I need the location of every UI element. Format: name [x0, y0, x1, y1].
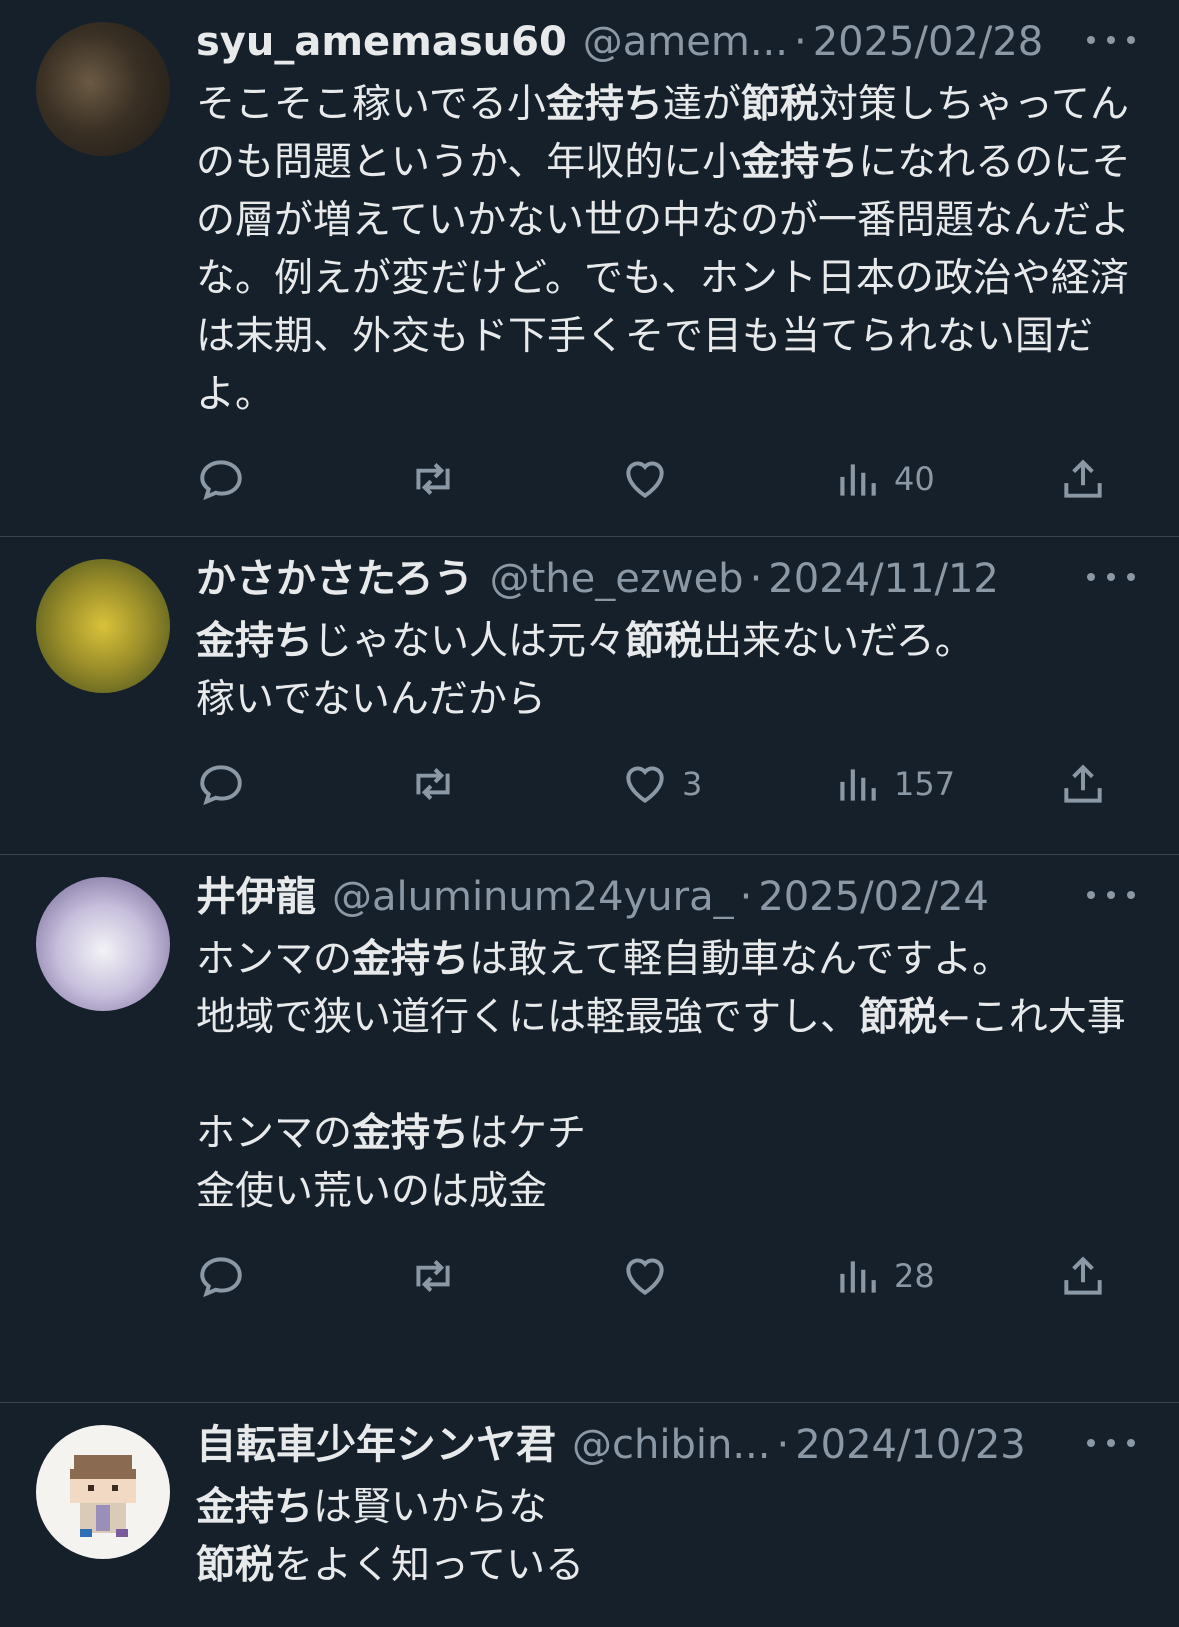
user-name[interactable]: syu_amemasu60	[196, 20, 567, 64]
tweet-date[interactable]: 2025/02/28	[813, 20, 1044, 64]
action-bar: 3 157	[196, 741, 1143, 839]
tweet-date[interactable]: 2024/10/23	[795, 1423, 1026, 1467]
avatar[interactable]	[36, 877, 170, 1011]
highlighted-keyword: 金持ち	[352, 1111, 470, 1156]
tweet-date[interactable]: 2025/02/24	[758, 875, 989, 919]
tweet-header: 井伊龍 @aluminum24yura_ · 2025/02/24	[196, 875, 1143, 919]
tweet-body: syu_amemasu60 @amem... · 2025/02/28 そこそこ…	[196, 20, 1143, 536]
avatar[interactable]	[36, 1425, 170, 1559]
pixel-character-avatar-icon	[70, 1455, 136, 1537]
separator: ·	[776, 1422, 790, 1468]
separator: ·	[739, 874, 753, 920]
like-button[interactable]: 3	[620, 759, 702, 809]
tweet-date[interactable]: 2024/11/12	[768, 557, 999, 601]
reply-button[interactable]	[196, 1251, 258, 1301]
tweet[interactable]: かさかさたろう @the_ezweb · 2024/11/12 金持ちじゃない人…	[0, 537, 1179, 855]
user-name[interactable]: 井伊龍	[196, 875, 316, 919]
text-segment: じゃない人は元々	[313, 619, 626, 664]
highlighted-keyword: 節税	[196, 1543, 275, 1588]
retweet-button[interactable]	[408, 454, 470, 504]
separator: ·	[793, 19, 807, 65]
like-button[interactable]	[620, 1251, 682, 1301]
user-name[interactable]: かさかさたろう	[196, 557, 474, 601]
text-segment: をよく知っている	[274, 1543, 585, 1588]
views-button[interactable]: 157	[832, 759, 955, 809]
tweet[interactable]: 井伊龍 @aluminum24yura_ · 2025/02/24 ホンマの金持…	[0, 855, 1179, 1403]
tweet[interactable]: 自転車少年シンヤ君 @chibin... · 2024/10/23 金持ちは賢い…	[0, 1403, 1179, 1627]
heart-icon	[626, 461, 664, 499]
retweet-icon	[416, 1260, 450, 1292]
views-button[interactable]: 40	[832, 454, 935, 504]
retweet-icon	[416, 463, 450, 495]
views-icon	[840, 464, 876, 496]
tweet-text: 金持ちじゃない人は元々節税出来ないだろ。 稼いでないんだから	[196, 613, 1143, 729]
share-button[interactable]	[1058, 1251, 1108, 1301]
highlighted-keyword: 節税	[740, 82, 819, 127]
tweet-header: 自転車少年シンヤ君 @chibin... · 2024/10/23	[196, 1423, 1143, 1467]
like-button[interactable]	[620, 454, 682, 504]
view-count: 157	[894, 765, 956, 803]
more-icon[interactable]	[1087, 885, 1135, 905]
views-button[interactable]: 28	[832, 1251, 935, 1301]
view-count: 28	[894, 1257, 935, 1295]
highlighted-keyword: 金持ち	[196, 619, 314, 664]
tweet-body: 自転車少年シンヤ君 @chibin... · 2024/10/23 金持ちは賢い…	[196, 1423, 1143, 1627]
avatar[interactable]	[36, 559, 170, 693]
retweet-icon	[416, 768, 450, 800]
tweet-body: 井伊龍 @aluminum24yura_ · 2025/02/24 ホンマの金持…	[196, 875, 1143, 1402]
timeline: syu_amemasu60 @amem... · 2025/02/28 そこそこ…	[0, 0, 1179, 1627]
more-icon[interactable]	[1087, 30, 1135, 50]
user-handle[interactable]: @chibin...	[572, 1423, 770, 1467]
highlighted-keyword: 金持ち	[545, 82, 663, 127]
retweet-button[interactable]	[408, 759, 470, 809]
more-icon[interactable]	[1087, 1433, 1135, 1453]
tweet-header: syu_amemasu60 @amem... · 2025/02/28	[196, 20, 1143, 64]
separator: ·	[749, 556, 763, 602]
heart-icon	[626, 1258, 664, 1296]
reply-button[interactable]	[196, 759, 258, 809]
reply-button[interactable]	[196, 454, 258, 504]
avatar[interactable]	[36, 22, 170, 156]
more-icon[interactable]	[1087, 567, 1135, 587]
reply-icon	[200, 765, 242, 806]
heart-icon	[626, 766, 664, 804]
reply-icon	[200, 1257, 242, 1298]
share-button[interactable]	[1058, 759, 1108, 809]
user-handle[interactable]: @amem...	[583, 20, 788, 64]
tweet-text: ホンマの金持ちは敢えて軽自動車なんですよ。 地域で狭い道行くには軽最強ですし、節…	[196, 931, 1143, 1221]
share-icon	[1064, 764, 1102, 803]
action-bar: 28	[196, 1233, 1143, 1331]
views-icon	[840, 1261, 876, 1293]
text-segment: は賢いからな	[313, 1485, 548, 1530]
highlighted-keyword: 節税	[859, 995, 938, 1040]
share-icon	[1064, 1256, 1102, 1295]
text-segment: 達が	[662, 82, 741, 127]
tweet[interactable]: syu_amemasu60 @amem... · 2025/02/28 そこそこ…	[0, 0, 1179, 537]
share-button[interactable]	[1058, 454, 1108, 504]
user-name[interactable]: 自転車少年シンヤ君	[196, 1423, 556, 1467]
highlighted-keyword: 金持ち	[352, 937, 470, 982]
action-bar: 40	[196, 436, 1143, 534]
highlighted-keyword: 金持ち	[196, 1485, 314, 1530]
view-count: 40	[894, 460, 935, 498]
share-icon	[1064, 459, 1102, 498]
highlighted-keyword: 金持ち	[741, 140, 859, 185]
text-segment: そこそこ稼いでる小	[196, 82, 546, 127]
retweet-button[interactable]	[408, 1251, 470, 1301]
tweet-text: そこそこ稼いでる小金持ち達が節税対策しちゃってんのも問題というか、年収的に小金持…	[196, 76, 1143, 424]
text-segment: ホンマの	[196, 937, 353, 982]
highlighted-keyword: 節税	[625, 619, 704, 664]
reply-icon	[200, 460, 242, 501]
like-count: 3	[682, 765, 703, 803]
tweet-body: かさかさたろう @the_ezweb · 2024/11/12 金持ちじゃない人…	[196, 557, 1143, 854]
views-icon	[840, 769, 876, 801]
tweet-text: 金持ちは賢いからな 節税をよく知っている	[196, 1479, 1143, 1595]
tweet-header: かさかさたろう @the_ezweb · 2024/11/12	[196, 557, 1143, 601]
user-handle[interactable]: @aluminum24yura_	[332, 875, 734, 919]
user-handle[interactable]: @the_ezweb	[490, 557, 744, 601]
